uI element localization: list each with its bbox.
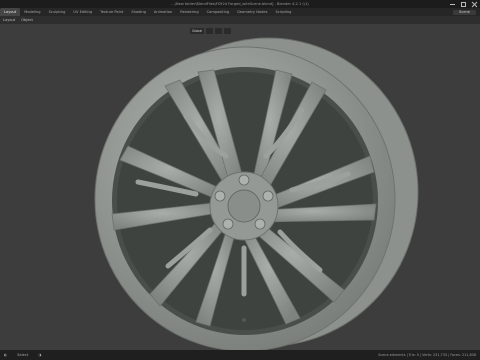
- tab-scripting[interactable]: Scripting: [271, 8, 295, 16]
- tab-geometry-nodes[interactable]: Geometry Nodes: [233, 8, 271, 16]
- menu-object[interactable]: Object: [18, 18, 36, 22]
- valve-stem: [242, 318, 246, 322]
- tab-shading[interactable]: Shading: [127, 8, 150, 16]
- tab-sculpting[interactable]: Sculpting: [45, 8, 70, 16]
- scene-name-field[interactable]: Scene: [453, 9, 476, 15]
- status-select-label: Select: [17, 353, 29, 357]
- scene-selector: Scene: [453, 9, 480, 15]
- wheel-model: [94, 37, 419, 350]
- tab-layout[interactable]: Layout: [0, 8, 21, 16]
- window-titlebar: ...\New folder\BlendFiles\FS924 Forged_w…: [0, 0, 480, 8]
- 3d-viewport[interactable]: Global: [0, 24, 480, 350]
- minimize-icon[interactable]: [450, 2, 455, 7]
- tab-modeling[interactable]: Modeling: [20, 8, 44, 16]
- close-icon[interactable]: [472, 2, 477, 7]
- maximize-icon[interactable]: [461, 1, 466, 7]
- tab-texture-paint[interactable]: Texture Paint: [96, 8, 127, 16]
- mouse-left-icon: ◐: [4, 353, 8, 357]
- tab-uv-editing[interactable]: UV Editing: [69, 8, 96, 16]
- window-title: ...\New folder\BlendFiles\FS924 Forged_w…: [171, 2, 309, 6]
- window-controls: [450, 0, 477, 8]
- tab-rendering[interactable]: Rendering: [176, 8, 202, 16]
- workspace-tabs: Layout Modeling Sculpting UV Editing Tex…: [0, 8, 480, 16]
- scene-statistics: Scene-elements | Tris: 0 | Verts: 231,73…: [378, 353, 476, 357]
- center-cap: [227, 189, 261, 223]
- tab-animation[interactable]: Animation: [150, 8, 176, 16]
- menu-layout[interactable]: Layout: [0, 18, 18, 22]
- viewport-header: Layout Object: [0, 16, 480, 24]
- statusbar: ◐ Select ◑ Scene-elements | Tris: 0 | Ve…: [0, 350, 480, 360]
- mouse-middle-icon: ◑: [38, 353, 42, 357]
- tab-compositing[interactable]: Compositing: [203, 8, 234, 16]
- status-hints: ◐ Select ◑: [0, 353, 41, 357]
